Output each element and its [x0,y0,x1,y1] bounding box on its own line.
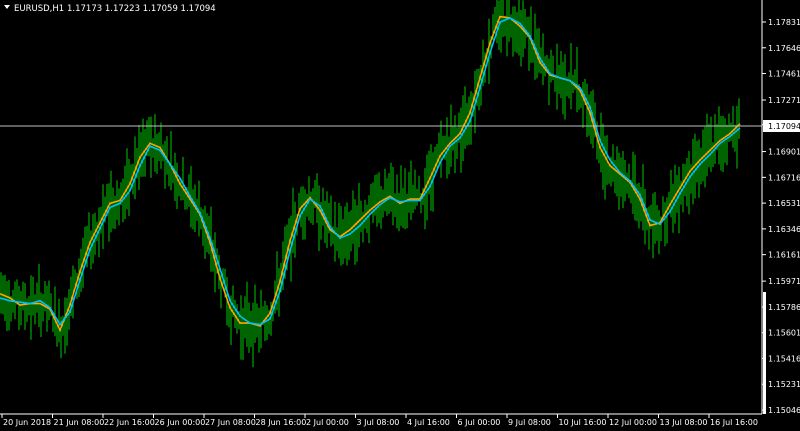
time-tick-label: 9 Jul 08:00 [508,418,551,427]
time-tick-label: 12 Jul 00:00 [609,418,657,427]
price-tick-label: 1.17461 [768,70,800,79]
price-tick-label: 1.15416 [768,354,800,363]
scroll-indicator[interactable] [763,292,766,414]
time-tick-label: 10 Jul 16:00 [559,418,607,427]
chart-window[interactable]: 1.17831 1.17646 1.17461 1.17271 1.16901 1.167… [0,0,800,431]
time-tick-label: 2 Jul 00:00 [306,418,349,427]
time-tick-label: 20 Jun 2018 [3,418,51,427]
price-tick-label: 1.16716 [768,173,800,182]
time-tick-label: 26 Jun 00:00 [155,418,206,427]
price-tick-label: 1.17271 [768,96,800,105]
price-tick-label: 1.15786 [768,303,800,312]
price-tick-label: 1.17646 [768,44,800,53]
price-tick-label: 1.15971 [768,277,800,286]
time-tick-label: 28 Jun 16:00 [256,418,307,427]
time-tick-label: 21 Jun 08:00 [54,418,105,427]
chart-header[interactable]: EURUSD,H1 1.17173 1.17223 1.17059 1.1709… [4,4,216,14]
time-tick-label: 27 Jun 08:00 [205,418,256,427]
price-tick-label: 1.15046 [768,406,800,415]
ohlc-values: 1.17173 1.17223 1.17059 1.17094 [67,4,216,14]
time-tick-label: 3 Jul 08:00 [357,418,400,427]
price-tick-label: 1.16531 [768,199,800,208]
time-tick-label: 4 Jul 16:00 [407,418,450,427]
price-tick-label: 1.16346 [768,225,800,234]
price-chart[interactable]: 1.17831 1.17646 1.17461 1.17271 1.16901 1.167… [0,0,800,431]
price-tick-label: 1.15601 [768,329,800,338]
time-tick-label: 13 Jul 08:00 [660,418,708,427]
current-price-label: 1.17094 [768,122,800,131]
price-tick-label: 1.16161 [768,251,800,260]
price-tick-label: 1.17831 [768,18,800,27]
price-tick-label: 1.15231 [768,380,800,389]
time-tick-label: 22 Jun 16:00 [104,418,155,427]
chart-background [0,0,800,431]
symbol-timeframe: EURUSD,H1 [14,4,64,14]
time-tick-label: 6 Jul 00:00 [458,418,501,427]
time-tick-label: 16 Jul 16:00 [710,418,758,427]
price-tick-label: 1.16901 [768,148,800,157]
